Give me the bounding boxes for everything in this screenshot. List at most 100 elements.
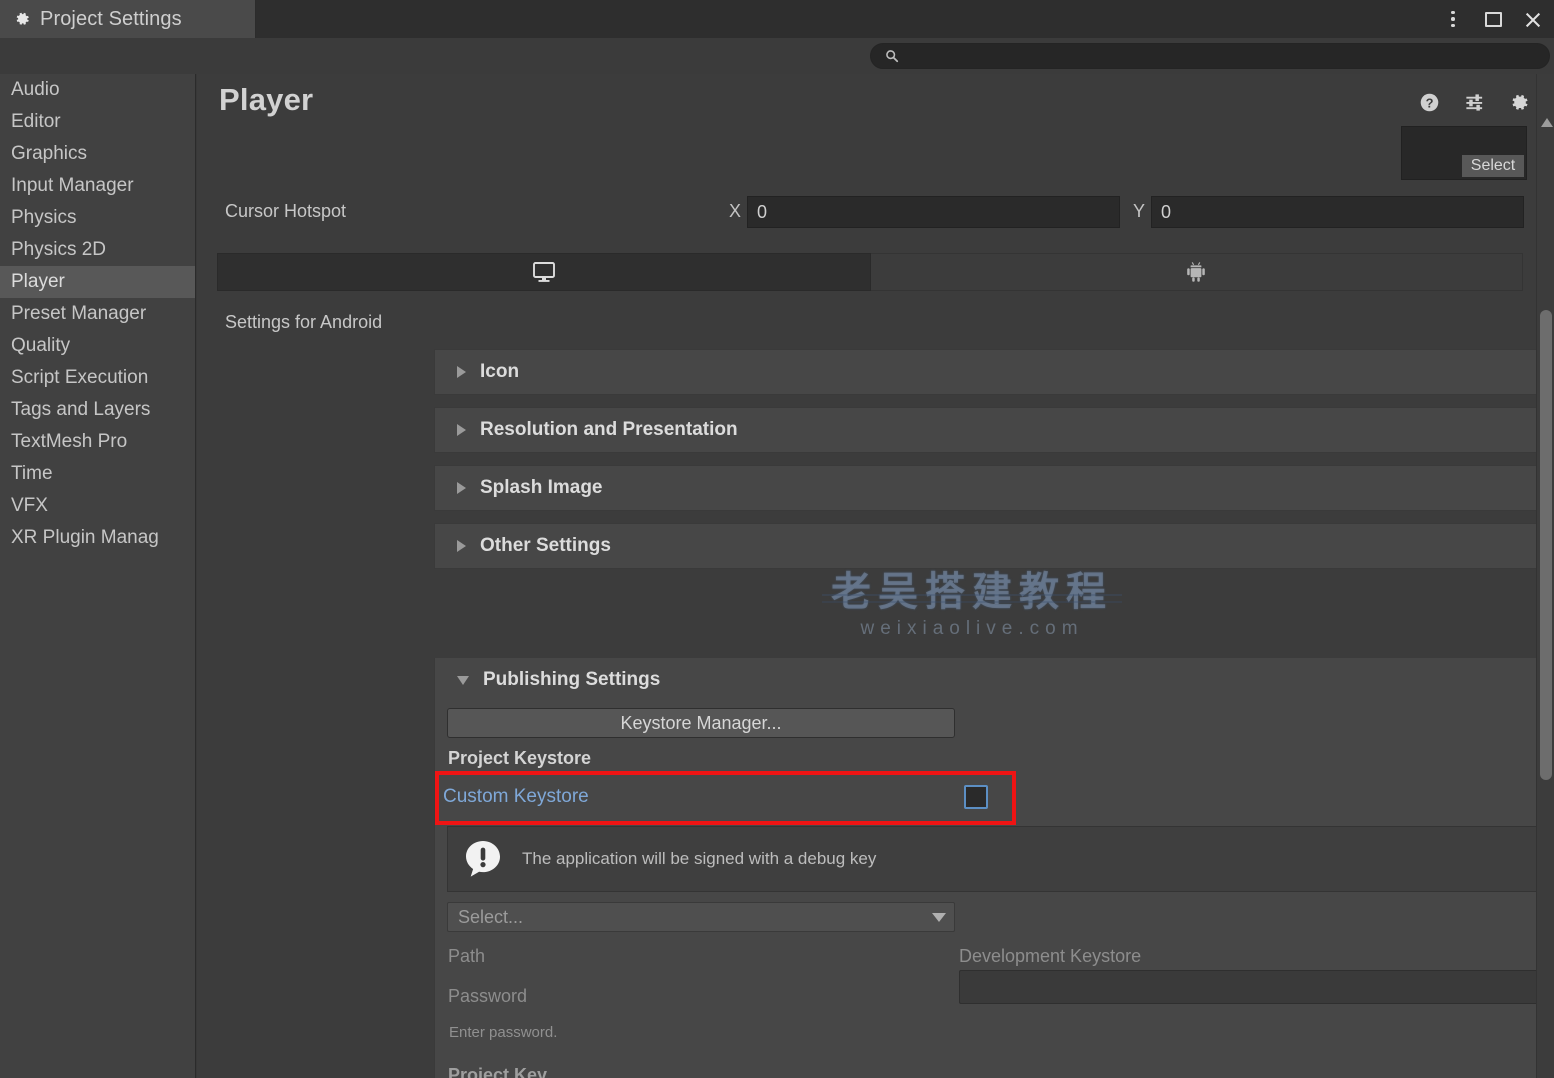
sidebar-item-editor[interactable]: Editor [0, 106, 195, 138]
standalone-tab[interactable] [217, 253, 871, 291]
keystore-manager-label: Keystore Manager... [620, 713, 781, 734]
cursor-hotspot-x-input[interactable]: 0 [747, 196, 1120, 228]
section-icon[interactable]: Icon [434, 349, 1538, 395]
section-other-settings[interactable]: Other Settings [434, 523, 1538, 569]
cursor-hotspot-x-label: X [729, 201, 741, 222]
sidebar-item-label: XR Plugin Manag [11, 527, 159, 549]
sidebar-item-label: Time [11, 463, 53, 485]
section-title: Resolution and Presentation [480, 419, 738, 441]
gear-icon[interactable] [1509, 92, 1530, 113]
sidebar-item-label: Physics [11, 207, 76, 229]
sidebar-item-label: Editor [11, 111, 61, 133]
sidebar-item-label: Player [11, 271, 65, 293]
custom-keystore-checkbox[interactable] [964, 785, 988, 809]
window-titlebar: Project Settings [0, 0, 1554, 38]
sidebar-item-preset-manager[interactable]: Preset Manager [0, 298, 195, 330]
sidebar-item-player[interactable]: Player [0, 266, 195, 298]
info-bubble-icon [462, 838, 504, 880]
sidebar-item-time[interactable]: Time [0, 458, 195, 490]
scrollbar-thumb[interactable] [1540, 310, 1552, 780]
sidebar-item-textmesh-pro[interactable]: TextMesh Pro [0, 426, 195, 458]
sidebar-item-vfx[interactable]: VFX [0, 490, 195, 522]
platform-tab-bar [217, 253, 1523, 291]
sidebar-item-quality[interactable]: Quality [0, 330, 195, 362]
sidebar-item-label: Audio [11, 79, 60, 101]
debug-key-warning-text: The application will be signed with a de… [522, 849, 876, 869]
custom-keystore-row[interactable]: Custom Keystore [443, 780, 1005, 814]
close-icon[interactable] [1522, 8, 1544, 30]
help-icon[interactable]: ? [1419, 92, 1440, 113]
page-title: Player [219, 82, 313, 118]
android-icon [1185, 260, 1207, 284]
sidebar-item-label: Script Execution [11, 367, 148, 389]
watermark-cn-text: 老吴搭建教程 [822, 568, 1122, 616]
cursor-hotspot-x-value: 0 [757, 202, 767, 223]
section-title: Icon [480, 361, 519, 383]
chevron-right-icon [457, 482, 466, 494]
project-key-header: Project Key [448, 1065, 547, 1078]
settings-for-label: Settings for Android [225, 312, 382, 333]
section-resolution-and-presentation[interactable]: Resolution and Presentation [434, 407, 1538, 453]
sidebar-item-input-manager[interactable]: Input Manager [0, 170, 195, 202]
cursor-hotspot-y-value: 0 [1161, 202, 1171, 223]
section-title: Splash Image [480, 477, 603, 499]
tabstrip-empty [256, 0, 1554, 38]
keystore-select-dropdown[interactable]: Select... [447, 902, 955, 932]
icon-object-field[interactable]: Select [1401, 126, 1527, 180]
password-hint: Enter password. [449, 1024, 557, 1041]
cursor-hotspot-y-input[interactable]: 0 [1151, 196, 1524, 228]
password-label: Password [448, 986, 527, 1007]
project-keystore-header: Project Keystore [448, 748, 591, 769]
search-icon [885, 49, 899, 63]
sidebar-item-audio[interactable]: Audio [0, 74, 195, 106]
publishing-settings-header[interactable]: Publishing Settings [435, 658, 1538, 702]
custom-keystore-label: Custom Keystore [443, 786, 589, 808]
sidebar-item-label: Graphics [11, 143, 87, 165]
chevron-right-icon [457, 540, 466, 552]
sidebar-item-tags-and-layers[interactable]: Tags and Layers [0, 394, 195, 426]
gear-icon [13, 10, 31, 28]
section-splash-image[interactable]: Splash Image [434, 465, 1538, 511]
svg-text:?: ? [1426, 95, 1434, 110]
debug-key-warning: The application will be signed with a de… [447, 826, 1538, 892]
settings-sidebar[interactable]: Audio Editor Graphics Input Manager Phys… [0, 74, 196, 1078]
section-title: Other Settings [480, 535, 611, 557]
path-label: Path [448, 946, 485, 967]
android-tab[interactable] [871, 253, 1524, 291]
vertical-scrollbar[interactable] [1536, 74, 1554, 1078]
path-value: Development Keystore [959, 946, 1141, 967]
select-button[interactable]: Select [1462, 155, 1524, 177]
password-input[interactable] [959, 970, 1538, 1004]
chevron-down-icon [932, 913, 946, 922]
player-settings-panel: Player ? Select Cursor H [197, 74, 1538, 1078]
chevron-right-icon [457, 424, 466, 436]
kebab-menu-icon[interactable] [1442, 8, 1464, 30]
search-box[interactable] [870, 43, 1550, 69]
watermark-en-text: weixiaolive.com [822, 616, 1122, 642]
cursor-hotspot-label: Cursor Hotspot [225, 201, 346, 222]
sidebar-item-xr-plugin-management[interactable]: XR Plugin Manag [0, 522, 195, 554]
maximize-icon[interactable] [1482, 8, 1504, 30]
sidebar-item-script-execution[interactable]: Script Execution [0, 362, 195, 394]
keystore-manager-button[interactable]: Keystore Manager... [447, 708, 955, 738]
sidebar-item-graphics[interactable]: Graphics [0, 138, 195, 170]
cursor-hotspot-y-label: Y [1133, 201, 1145, 222]
unity-project-settings-window: Project Settings Audio Editor Graphics I… [0, 0, 1554, 1078]
window-controls [1442, 0, 1544, 38]
panel-header-icons: ? [1419, 92, 1530, 113]
sidebar-item-label: Physics 2D [11, 239, 106, 261]
sidebar-item-label: Input Manager [11, 175, 134, 197]
preset-sliders-icon[interactable] [1464, 92, 1485, 113]
sidebar-item-physics[interactable]: Physics [0, 202, 195, 234]
sidebar-item-label: VFX [11, 495, 48, 517]
cursor-hotspot-row: Cursor Hotspot X 0 Y 0 [217, 196, 1527, 228]
scroll-up-arrow-icon[interactable] [1541, 118, 1553, 127]
search-row [0, 38, 1554, 74]
sidebar-item-label: Tags and Layers [11, 399, 150, 421]
tab-label: Project Settings [40, 8, 182, 31]
sidebar-item-label: TextMesh Pro [11, 431, 127, 453]
watermark: 老吴搭建教程 weixiaolive.com [822, 568, 1122, 660]
sidebar-item-physics-2d[interactable]: Physics 2D [0, 234, 195, 266]
search-input[interactable] [906, 49, 1506, 64]
tab-project-settings[interactable]: Project Settings [0, 0, 256, 38]
